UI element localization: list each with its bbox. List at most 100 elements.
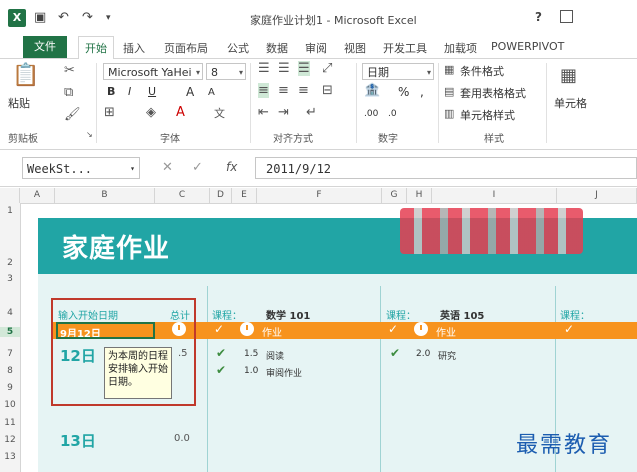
tab-powerpivot[interactable]: POWERPIVOT <box>491 40 564 53</box>
homework-header: 作业 <box>436 328 456 339</box>
cancel-icon[interactable]: ✕ <box>162 160 173 175</box>
row-header[interactable]: 2 <box>0 258 20 268</box>
tab-review[interactable]: 审阅 <box>305 40 327 56</box>
chevron-down-icon: ▾ <box>195 68 200 77</box>
row-header[interactable]: 3 <box>0 274 20 284</box>
undo-icon[interactable]: ↶ <box>58 10 69 25</box>
increase-indent-icon[interactable]: ⇥ <box>278 105 289 120</box>
tab-developer[interactable]: 开发工具 <box>383 40 427 56</box>
column-header-c[interactable]: C <box>155 188 210 203</box>
course-name: 英语 105 <box>440 311 485 322</box>
clipboard-launcher-icon[interactable]: ↘ <box>86 130 93 139</box>
paste-icon[interactable]: 📋 <box>12 63 39 88</box>
enter-icon[interactable]: ✓ <box>192 160 203 175</box>
align-center-icon[interactable]: ≡ <box>278 83 289 98</box>
course-name: 数学 101 <box>266 311 311 322</box>
column-header-d[interactable]: D <box>210 188 232 203</box>
conditional-format-button[interactable]: 条件格式 <box>460 63 504 79</box>
help-button[interactable]: ? <box>535 10 542 24</box>
font-name-select[interactable]: Microsoft YaHei ▾ <box>103 63 203 80</box>
tab-page-layout[interactable]: 页面布局 <box>164 40 208 56</box>
column-header-f[interactable]: F <box>257 188 382 203</box>
column-header-i[interactable]: I <box>432 188 557 203</box>
font-shrink-button[interactable]: A <box>208 87 215 98</box>
italic-button[interactable]: I <box>128 85 131 98</box>
tab-insert[interactable]: 插入 <box>123 40 145 56</box>
cut-icon[interactable]: ✂ <box>64 63 75 78</box>
cells-button[interactable]: 单元格 <box>554 95 587 111</box>
checkmark-icon[interactable]: ✔ <box>216 346 226 360</box>
font-grow-button[interactable]: A <box>186 85 194 99</box>
row-header[interactable]: 7 <box>0 349 20 359</box>
formula-input[interactable]: 2011/9/12 <box>255 157 637 179</box>
align-top-icon[interactable]: ☰ <box>258 61 270 76</box>
comma-button[interactable]: , <box>420 85 424 99</box>
wrap-text-icon[interactable]: ↵ <box>306 105 317 120</box>
row-header[interactable]: 4 <box>0 308 20 318</box>
row-header[interactable]: 12 <box>0 435 20 445</box>
save-icon[interactable]: ▣ <box>34 10 46 25</box>
row-header[interactable]: 13 <box>0 452 20 462</box>
chevron-down-icon: ▾ <box>426 68 431 77</box>
checkmark-icon[interactable]: ✔ <box>216 363 226 377</box>
tab-home[interactable]: 开始 <box>78 36 114 60</box>
column-header-a[interactable]: A <box>20 188 55 203</box>
cell-style-icon[interactable]: ▥ <box>444 107 454 120</box>
cells-icon[interactable]: ▦ <box>560 65 577 86</box>
font-size-select[interactable]: 8 ▾ <box>206 63 246 80</box>
decrease-indent-icon[interactable]: ⇤ <box>258 105 269 120</box>
row-header[interactable]: 10 <box>0 400 20 410</box>
tab-view[interactable]: 视图 <box>344 40 366 56</box>
tab-data[interactable]: 数据 <box>266 40 288 56</box>
insert-function-button[interactable]: fx <box>226 160 237 174</box>
underline-button[interactable]: U <box>148 85 156 98</box>
format-painter-icon[interactable]: 🖌 <box>64 107 81 122</box>
chevron-down-icon: ▾ <box>130 164 135 173</box>
quick-access-dropdown-icon[interactable]: ▾ <box>106 13 111 23</box>
decrease-decimal-button[interactable]: .0 <box>388 109 397 119</box>
phonetic-icon[interactable]: 文 <box>214 105 225 121</box>
fill-color-icon[interactable]: ◈ <box>146 105 156 120</box>
border-icon[interactable]: ⊞ <box>104 105 115 120</box>
row-header[interactable]: 8 <box>0 366 20 376</box>
row-header[interactable]: 5 <box>0 327 20 337</box>
group-label-clipboard: 剪贴板 <box>8 134 38 145</box>
orientation-icon[interactable]: ⤢ <box>322 61 332 76</box>
copy-icon[interactable]: ⧉ <box>64 85 73 100</box>
tab-addins[interactable]: 加载项 <box>444 40 477 56</box>
cell-style-button[interactable]: 单元格样式 <box>460 107 515 123</box>
column-header-b[interactable]: B <box>55 188 155 203</box>
increase-decimal-button[interactable]: .00 <box>364 109 378 119</box>
row-headers: 1 2 3 4 5 7 8 9 10 11 12 13 <box>0 203 21 472</box>
column-header-e[interactable]: E <box>232 188 257 203</box>
number-format-select[interactable]: 日期 ▾ <box>362 63 434 80</box>
column-header-j[interactable]: J <box>557 188 637 203</box>
bold-button[interactable]: B <box>107 85 115 98</box>
select-all[interactable] <box>0 188 20 203</box>
align-left-icon[interactable]: ≡ <box>258 83 269 98</box>
paste-button[interactable]: 粘贴 <box>8 95 30 111</box>
conditional-format-icon[interactable]: ▦ <box>444 63 454 76</box>
name-box[interactable]: WeekSt... ▾ <box>22 157 140 179</box>
column-header-g[interactable]: G <box>382 188 407 203</box>
column-header-h[interactable]: H <box>407 188 432 203</box>
tab-file[interactable]: 文件 <box>23 36 67 58</box>
align-bottom-icon[interactable]: ☰ <box>298 61 310 76</box>
align-middle-icon[interactable]: ☰ <box>278 61 290 76</box>
redo-icon[interactable]: ↷ <box>82 10 93 25</box>
percent-button[interactable]: % <box>398 85 409 99</box>
task-hours: 1.0 <box>244 366 259 376</box>
font-color-icon[interactable]: A <box>176 105 185 120</box>
restore-icon[interactable] <box>560 10 573 23</box>
table-format-button[interactable]: 套用表格格式 <box>460 85 526 101</box>
tab-formulas[interactable]: 公式 <box>227 40 249 56</box>
checkmark-icon[interactable]: ✔ <box>390 346 400 360</box>
row-header[interactable]: 1 <box>0 206 20 216</box>
row-header[interactable]: 9 <box>0 383 20 393</box>
row-header[interactable]: 11 <box>0 418 20 428</box>
group-divider <box>546 63 547 143</box>
table-format-icon[interactable]: ▤ <box>444 85 454 98</box>
currency-icon[interactable]: 🏦 <box>364 83 380 98</box>
align-right-icon[interactable]: ≡ <box>298 83 309 98</box>
merge-center-icon[interactable]: ⊟ <box>322 83 333 98</box>
